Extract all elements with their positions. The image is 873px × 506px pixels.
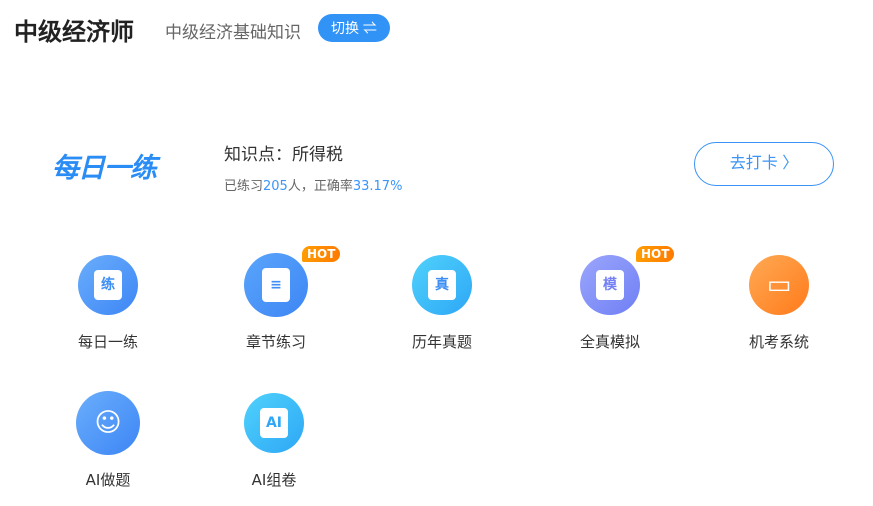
tile-label: 每日一练 <box>77 333 138 351</box>
stats-prefix: 已练习 <box>224 179 264 194</box>
tile-ai-practice[interactable]: ☺ AI做题 <box>38 391 178 490</box>
robot-icon: ☺ <box>76 391 140 455</box>
tile-label: 机考系统 <box>748 333 809 351</box>
practice-icon: 练 <box>78 255 138 315</box>
practice-stats: 已练习205人，正确率33.17% <box>224 175 402 194</box>
daily-practice-logo: 每日一练 <box>52 153 157 184</box>
tile-chapter-practice[interactable]: ≡ HOT 章节练习 <box>206 246 346 352</box>
tile-mock-exam[interactable]: 模 HOT 全真模拟 <box>540 246 680 352</box>
hot-badge: HOT <box>636 246 675 262</box>
checkin-button[interactable]: 去打卡 〉 <box>694 142 834 186</box>
stats-mid: 人，正确率 <box>287 179 353 194</box>
mock-icon: 模 <box>580 255 640 315</box>
exam-icon: 真 <box>412 255 472 315</box>
knowledge-point: 知识点：所得税 <box>224 145 343 165</box>
app-title: 中级经济师 <box>14 18 134 46</box>
tile-ai-paper[interactable]: AI AI组卷 <box>204 393 344 490</box>
practice-count: 205 <box>263 179 288 194</box>
tile-label: 全真模拟 <box>579 333 640 351</box>
tile-label: AI组卷 <box>251 471 297 489</box>
tile-computer-exam[interactable]: ▭ 机考系统 <box>709 255 849 352</box>
tile-label: AI做题 <box>85 471 131 489</box>
subject-name: 中级经济基础知识 <box>165 23 301 43</box>
accuracy-rate: 33.17% <box>352 179 403 194</box>
switch-subject-button[interactable]: 切换 ⇌ <box>318 14 390 42</box>
ai-icon: AI <box>244 393 304 453</box>
computer-icon: ▭ <box>749 255 809 315</box>
tile-label: 章节练习 <box>245 333 306 351</box>
tile-past-exams[interactable]: 真 历年真题 <box>372 255 512 352</box>
document-icon: ≡ <box>244 253 308 317</box>
tile-daily-practice[interactable]: 练 每日一练 <box>38 255 178 352</box>
hot-badge: HOT <box>302 246 341 262</box>
tile-label: 历年真题 <box>411 333 472 351</box>
